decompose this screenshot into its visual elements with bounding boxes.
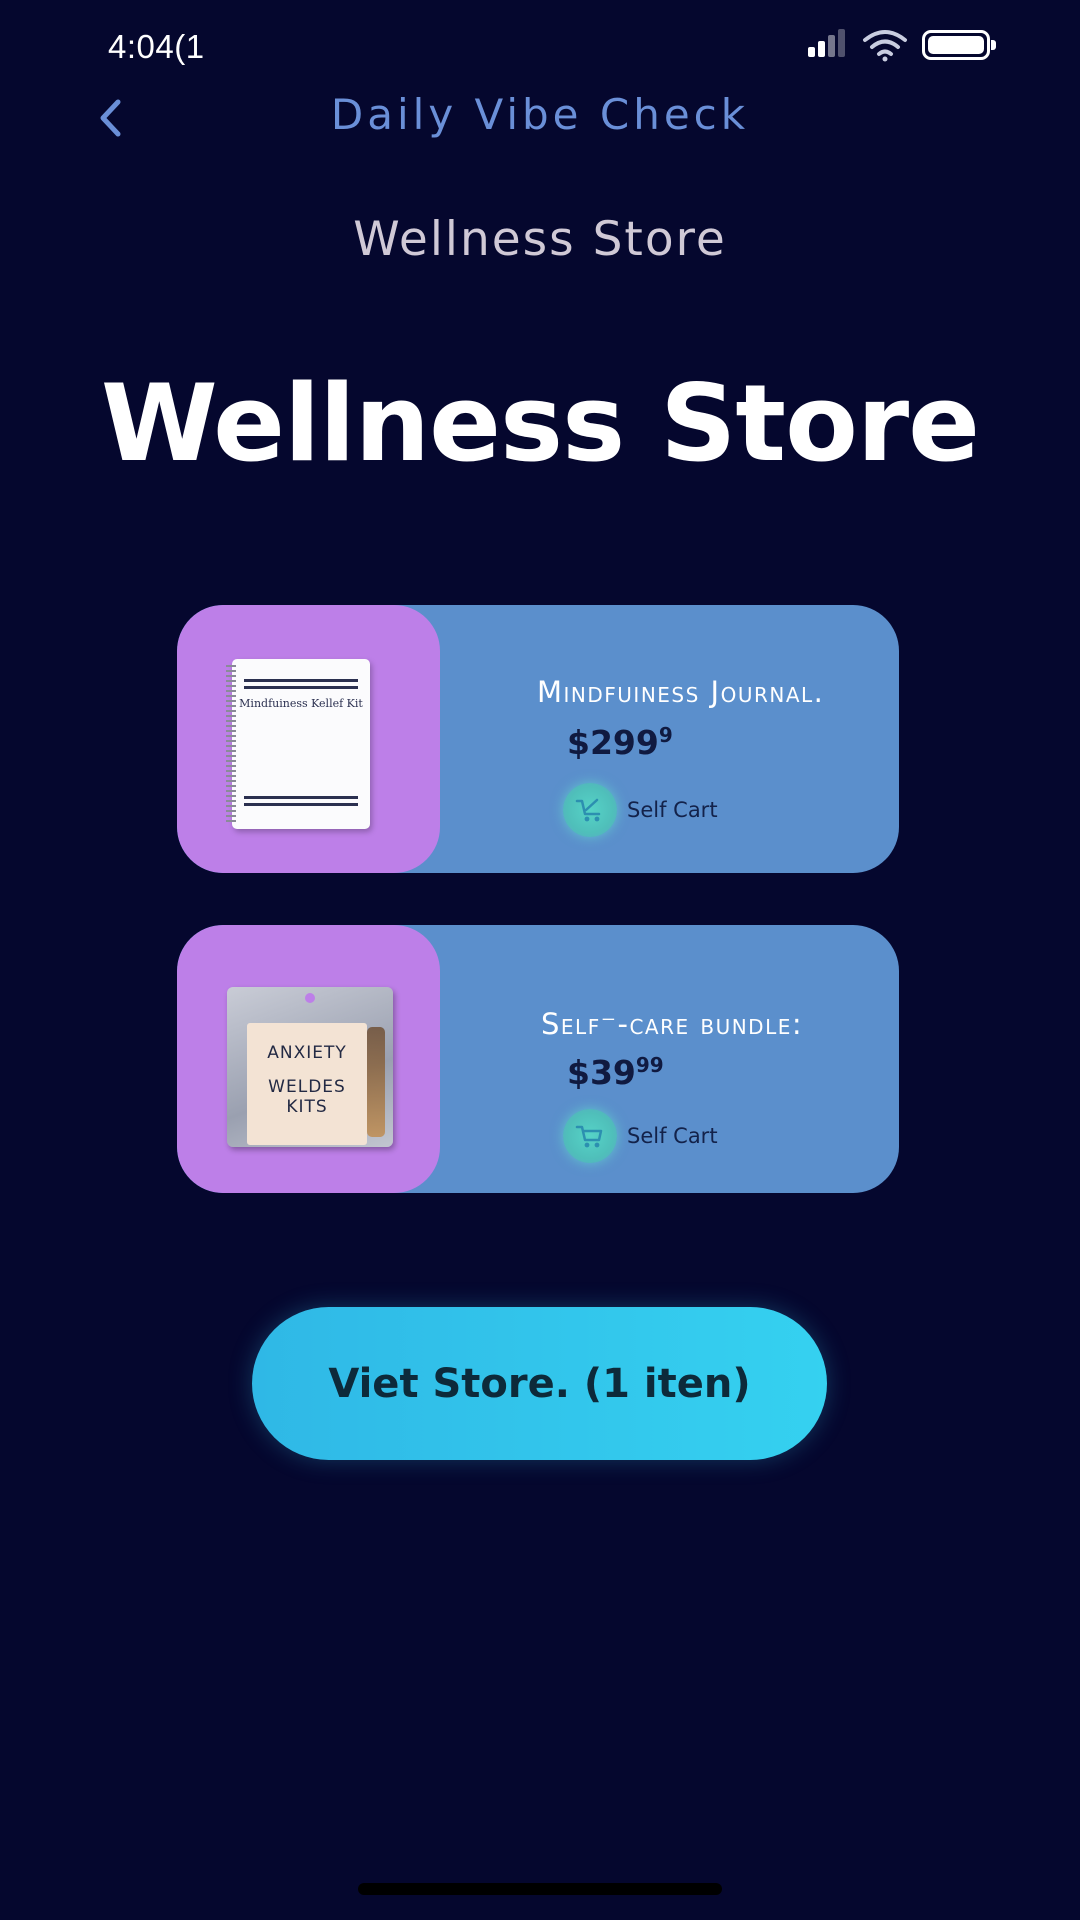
kit-line-3: KITS	[286, 1097, 328, 1117]
product-thumbnail: ANXIETY WELDES KITS	[177, 925, 440, 1193]
view-store-label: Viet Store. (1 iten)	[328, 1360, 751, 1407]
product-price: $3999	[567, 1053, 664, 1092]
status-icons	[806, 28, 996, 62]
product-thumbnail: Mindfuiness Kellef Kit	[177, 605, 440, 873]
nav-title: Daily Vibe Check	[330, 90, 750, 139]
cart-icon	[563, 1109, 617, 1163]
price-main: $299	[567, 723, 659, 762]
price-main: $39	[567, 1053, 636, 1092]
journal-image: Mindfuiness Kellef Kit	[226, 659, 370, 829]
battery-icon	[922, 30, 996, 60]
kit-card: ANXIETY WELDES KITS	[247, 1023, 367, 1145]
kit-line-2: WELDES	[268, 1077, 346, 1097]
home-indicator[interactable]	[358, 1883, 722, 1895]
cart-icon	[563, 783, 617, 837]
nav-header: Daily Vibe Check	[0, 86, 1080, 150]
price-cents: 9	[658, 723, 673, 747]
view-store-button[interactable]: Viet Store. (1 iten)	[252, 1307, 827, 1460]
product-card-journal[interactable]: Mindfuiness Kellef Kit Mindfuiness Journ…	[177, 605, 899, 873]
product-name: Self⁻-care bundle:	[541, 1007, 804, 1041]
add-to-cart-button[interactable]: Self Cart	[563, 1109, 718, 1163]
page-subtitle: Wellness Store	[353, 212, 727, 267]
status-bar: 4:04(1	[0, 0, 1080, 96]
journal-image-label: Mindfuiness Kellef Kit	[239, 697, 363, 710]
add-to-cart-button[interactable]: Self Cart	[563, 783, 718, 837]
product-price: $2999	[567, 723, 673, 762]
kit-image: ANXIETY WELDES KITS	[227, 987, 393, 1147]
signal-icon	[806, 29, 848, 61]
kit-line-1: ANXIETY	[267, 1043, 347, 1063]
status-time: 4:04(1	[108, 28, 205, 65]
product-name: Mindfuiness Journal.	[537, 675, 825, 709]
price-cents: 99	[635, 1053, 664, 1077]
product-card-bundle[interactable]: ANXIETY WELDES KITS Self⁻-care bundle: $…	[177, 925, 899, 1193]
page-title: Wellness Store	[100, 362, 980, 485]
wifi-icon	[863, 30, 907, 62]
cart-label: Self Cart	[627, 798, 718, 822]
cart-label: Self Cart	[627, 1124, 718, 1148]
